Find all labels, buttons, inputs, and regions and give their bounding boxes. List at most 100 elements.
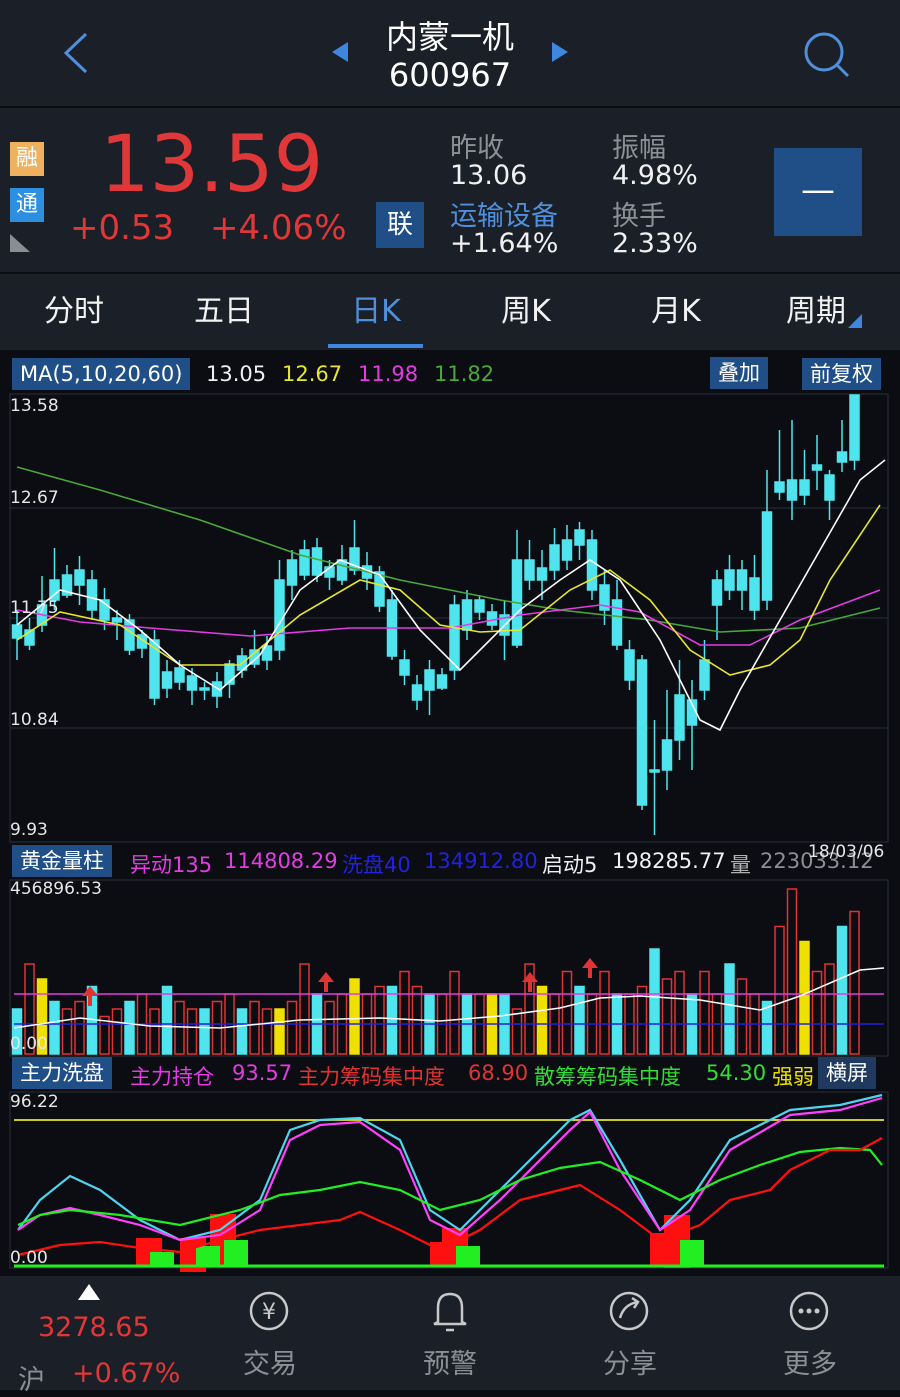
dropdown-icon: [848, 314, 862, 328]
volume-bar: [674, 970, 685, 1055]
remove-watchlist-button[interactable]: —: [774, 148, 862, 236]
candle: [399, 659, 410, 676]
index-value[interactable]: 3278.65: [38, 1312, 150, 1343]
trade-icon[interactable]: ¥: [246, 1288, 292, 1334]
candle: [299, 549, 310, 576]
xipan-value: 134912.80: [424, 849, 538, 873]
candle: [199, 687, 210, 691]
volume-bar: [799, 940, 810, 1055]
candle: [74, 569, 85, 586]
tab-weekly-k[interactable]: 周K: [466, 274, 586, 350]
landscape-button[interactable]: 横屏: [818, 1057, 876, 1089]
tab-period[interactable]: 周期: [766, 274, 866, 350]
wash-indicator-title[interactable]: 主力洗盘: [12, 1057, 112, 1089]
volume-bar: [61, 1008, 73, 1055]
volume-bar: [124, 1000, 135, 1055]
candlestick-chart[interactable]: [0, 390, 900, 845]
volume-chart[interactable]: [0, 878, 900, 1058]
volume-bar: [161, 985, 173, 1055]
volume-bar: [49, 1000, 60, 1055]
volume-indicator-title[interactable]: 黄金量柱: [12, 845, 112, 877]
candle: [549, 544, 560, 571]
sector-change: +1.64%: [450, 228, 559, 259]
volume-bar: [561, 970, 573, 1055]
ma10-value: 12.67: [282, 362, 343, 386]
volume-bar: [574, 985, 585, 1055]
nav-more[interactable]: 更多: [750, 1342, 870, 1381]
candle: [849, 394, 860, 461]
wash-green-block: [150, 1252, 174, 1266]
nav-alert[interactable]: 预警: [390, 1342, 510, 1381]
tab-monthly-k[interactable]: 月K: [616, 274, 736, 350]
volume-bar: [186, 1008, 198, 1055]
wash-green-block: [456, 1246, 480, 1266]
volume-bar: [174, 1000, 185, 1055]
ma-label[interactable]: MA(5,10,20,60): [12, 358, 191, 390]
volume-bar: [286, 1000, 298, 1055]
conc-value: 68.90: [468, 1061, 529, 1085]
volume-bar: [74, 1000, 85, 1055]
retail-label: 散筹筹码集中度: [534, 1065, 681, 1089]
volume-bar: [324, 1000, 335, 1055]
stock-code: 600967: [388, 56, 512, 94]
volume-bar: [349, 978, 360, 1055]
volume-frame: [9, 879, 889, 1057]
volume-y-top: 456896.53: [10, 879, 102, 899]
signal-arrow-stem: [588, 968, 592, 978]
overlay-button[interactable]: 叠加: [710, 357, 768, 389]
candle: [274, 579, 285, 651]
y-tick: 11.75: [10, 598, 59, 618]
tong-badge: 通: [10, 188, 44, 222]
wash-green-block: [680, 1240, 704, 1266]
wash-green-line: [17, 1146, 883, 1227]
nav-share[interactable]: 分享: [570, 1342, 690, 1381]
volume-bar: [149, 1008, 160, 1055]
stock-name: 内蒙一机: [385, 18, 514, 56]
prev-stock-icon[interactable]: [330, 40, 350, 64]
bell-icon[interactable]: [428, 1288, 472, 1334]
volume-bar: [774, 925, 785, 1055]
volume-bar: [661, 978, 673, 1055]
volume-bar: [811, 970, 823, 1055]
candle: [186, 675, 198, 691]
signal-arrow-icon: [318, 972, 334, 982]
tab-five-day[interactable]: 五日: [164, 274, 284, 350]
signal-arrow-stem: [324, 982, 328, 992]
volume-bar: [399, 970, 410, 1055]
bottom-nav: 3278.65 沪 +0.67% ¥ 交易 预警 分享 更多: [0, 1276, 900, 1396]
candle: [286, 559, 298, 586]
more-icon[interactable]: [786, 1288, 832, 1334]
candle: [774, 481, 785, 493]
xipan-label: 洗盘40: [342, 853, 411, 877]
volume-bar: [249, 1000, 260, 1055]
signal-arrow-stem: [88, 996, 92, 1006]
candle: [649, 769, 660, 773]
change: +0.53: [70, 208, 175, 248]
wash-y-bottom: 0.00: [10, 1248, 48, 1268]
candle: [724, 569, 735, 591]
share-icon[interactable]: [606, 1288, 652, 1334]
date-label: 18/03/06: [808, 842, 885, 862]
wash-chart[interactable]: [0, 1090, 900, 1272]
candle: [336, 559, 348, 581]
candle: [699, 659, 710, 691]
nav-trade[interactable]: 交易: [210, 1342, 330, 1381]
tab-intraday[interactable]: 分时: [14, 274, 134, 350]
volume-bar: [99, 1015, 110, 1055]
y-tick: 9.93: [10, 820, 48, 840]
volume-bar: [724, 963, 735, 1055]
volume-bar: [236, 1008, 248, 1055]
back-icon[interactable]: [58, 30, 92, 76]
candle: [411, 684, 423, 701]
volume-bar: [786, 888, 798, 1055]
candle: [436, 674, 448, 689]
fq-button[interactable]: 前复权: [802, 358, 881, 390]
lian-button[interactable]: 联: [376, 202, 424, 248]
next-stock-icon[interactable]: [550, 40, 570, 64]
search-icon[interactable]: [800, 28, 852, 80]
volume-bar: [536, 985, 548, 1055]
amplitude-value: 4.98%: [612, 160, 698, 191]
tab-daily-k[interactable]: 日K: [316, 274, 436, 350]
ma5-value: 13.05: [206, 362, 267, 386]
period-tabs: 分时 五日 日K 周K 月K 周期: [0, 274, 900, 350]
